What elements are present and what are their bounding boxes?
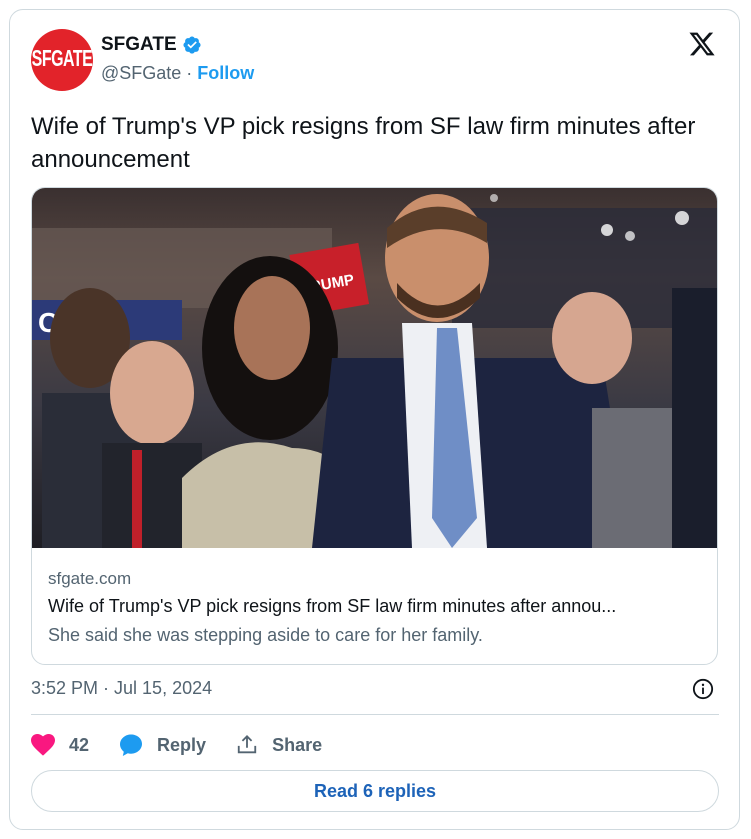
avatar[interactable]: SFGATE (31, 29, 93, 91)
read-replies-button[interactable]: Read 6 replies (31, 770, 719, 812)
author-handle-row: @SFGate · Follow (101, 63, 254, 84)
author-handle[interactable]: @SFGate (101, 63, 181, 84)
info-icon[interactable] (692, 678, 714, 700)
x-logo-icon[interactable] (687, 30, 717, 58)
share-button[interactable]: Share (236, 734, 322, 756)
like-button[interactable]: 42 (31, 734, 89, 756)
author-name-row: SFGATE (101, 34, 202, 56)
share-label: Share (272, 734, 323, 755)
link-title: Wife of Trump's VP pick resigns from SF … (48, 596, 617, 616)
tweet-text: Wife of Trump's VP pick resigns from SF … (31, 113, 696, 173)
article-photo: CI EA TRUMP (32, 188, 717, 548)
author-name[interactable]: SFGATE (101, 34, 177, 56)
speech-bubble-icon (120, 734, 143, 756)
tweet-card: SFGATE SFGATE @SFGate · Follow Wife of T… (9, 9, 740, 830)
link-domain: sfgate.com (48, 569, 132, 588)
link-preview-card[interactable]: CI EA TRUMP (31, 187, 718, 665)
tweet-timestamp[interactable]: 3:52 PM · Jul 15, 2024 (31, 678, 212, 699)
follow-link[interactable]: Follow (197, 63, 254, 84)
heart-icon (31, 734, 55, 756)
separator-dot: · (186, 63, 193, 83)
divider (31, 714, 719, 715)
link-description: She said she was stepping aside to care … (48, 625, 483, 645)
share-icon (237, 734, 257, 754)
reply-label: Reply (157, 734, 207, 755)
action-bar: 42 Reply Share (31, 730, 352, 760)
like-count: 42 (69, 734, 90, 755)
verified-badge-icon (183, 36, 201, 54)
avatar-logo-text: SFGATE (31, 46, 93, 72)
reply-button[interactable]: Reply (119, 733, 206, 757)
read-replies-label: Read 6 replies (313, 780, 437, 801)
